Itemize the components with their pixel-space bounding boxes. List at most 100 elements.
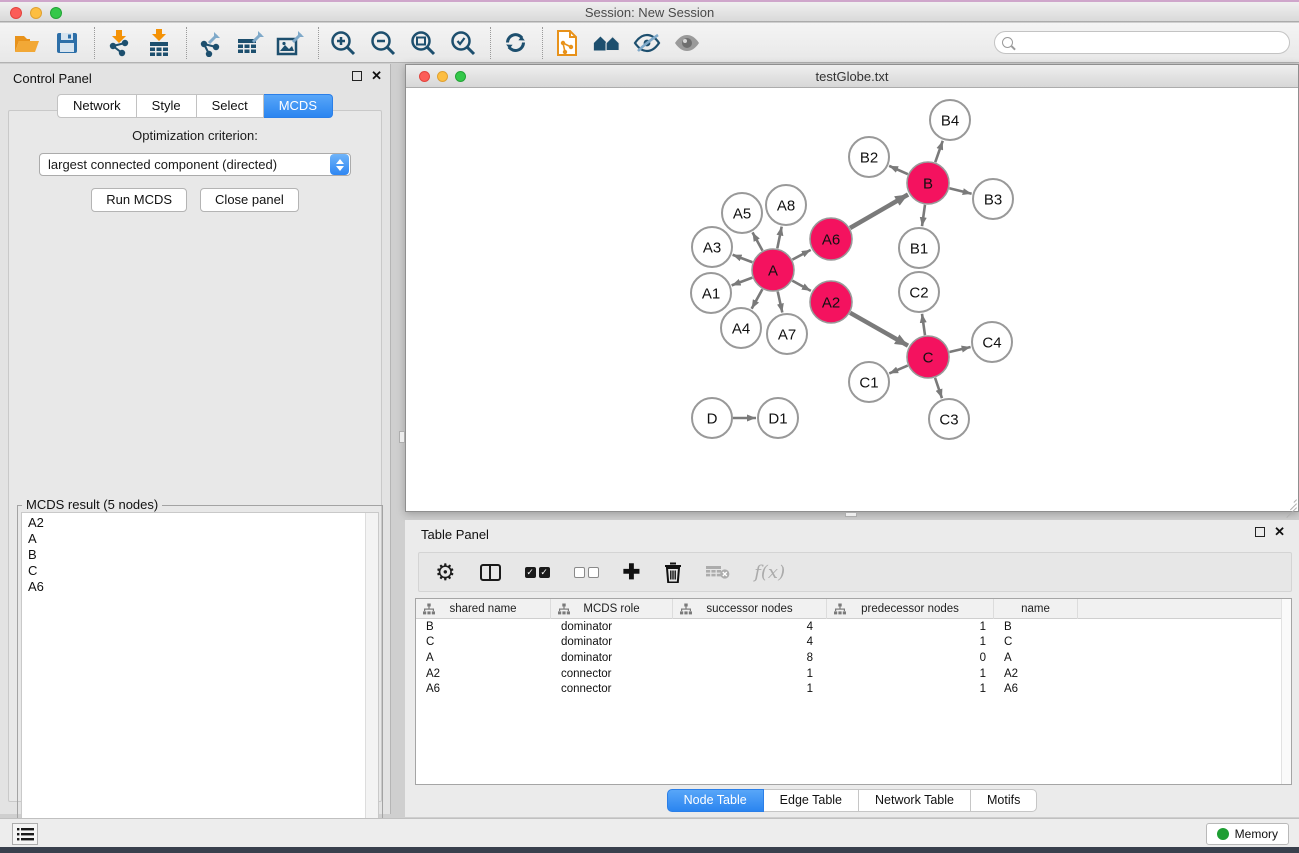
gear-icon[interactable]: ⚙ [435, 559, 456, 585]
node-C2[interactable]: C2 [899, 272, 939, 312]
node-A7[interactable]: A7 [767, 314, 807, 354]
zoom-in-icon[interactable] [328, 28, 358, 58]
edge-A-A6[interactable] [792, 250, 810, 260]
edge-A2-C[interactable] [850, 313, 908, 346]
edge-A-A4[interactable] [752, 289, 763, 308]
column-header-shared-name[interactable]: shared name [416, 599, 551, 619]
deselect-all-icon[interactable] [574, 559, 599, 585]
node-B4[interactable]: B4 [930, 100, 970, 140]
task-history-button[interactable] [12, 823, 38, 845]
table-scrollbar[interactable] [1281, 599, 1291, 784]
panel-divider-handle[interactable] [399, 431, 405, 443]
save-session-icon[interactable] [52, 28, 82, 58]
node-B3[interactable]: B3 [973, 179, 1013, 219]
node-B1[interactable]: B1 [899, 228, 939, 268]
node-A3[interactable]: A3 [692, 227, 732, 267]
close-table-panel-icon[interactable]: ✕ [1274, 527, 1285, 537]
node-A5[interactable]: A5 [722, 193, 762, 233]
edge-A-A5[interactable] [753, 232, 763, 250]
tab-select[interactable]: Select [197, 94, 264, 118]
run-mcds-button[interactable]: Run MCDS [91, 188, 187, 212]
edge-B-B1[interactable] [922, 205, 925, 226]
export-image-icon[interactable] [276, 28, 306, 58]
network-canvas[interactable]: B4B2BB3B1A5A8A3A6AA1C2A4A7A2CC4C1C3DD1 [406, 88, 1298, 511]
select-all-icon[interactable]: ✓✓ [525, 559, 550, 585]
node-B[interactable]: B [907, 162, 949, 204]
edge-C-C2[interactable] [922, 314, 925, 335]
result-scrollbar[interactable] [365, 513, 378, 838]
node-A1[interactable]: A1 [691, 273, 731, 313]
node-A2[interactable]: A2 [810, 281, 852, 323]
session-share-icon[interactable] [552, 28, 582, 58]
edge-C-C1[interactable] [889, 366, 907, 374]
zoom-out-icon[interactable] [368, 28, 398, 58]
tab-network[interactable]: Network [57, 94, 137, 118]
column-layout-icon[interactable] [480, 559, 501, 585]
edge-A-A3[interactable] [733, 255, 753, 262]
tab-node-table[interactable]: Node Table [667, 789, 764, 812]
network-window-titlebar[interactable]: testGlobe.txt [406, 65, 1298, 88]
column-header-successor-nodes[interactable]: successor nodes [673, 599, 827, 619]
tab-network-table[interactable]: Network Table [859, 789, 971, 812]
edge-B-B4[interactable] [935, 141, 942, 162]
node-A8[interactable]: A8 [766, 185, 806, 225]
result-list-item[interactable]: A [28, 531, 378, 547]
add-column-icon[interactable]: ✚ [623, 559, 641, 585]
table-row[interactable]: A2connector11A2 [416, 666, 1291, 682]
show-panel-icon[interactable] [672, 28, 702, 58]
tab-style[interactable]: Style [137, 94, 197, 118]
optimization-criterion-select[interactable]: largest connected component (directed) [39, 153, 351, 176]
close-panel-icon[interactable]: ✕ [371, 71, 382, 81]
result-list-item[interactable]: A6 [28, 579, 378, 595]
edge-A-A2[interactable] [792, 281, 811, 291]
edge-B-B2[interactable] [889, 166, 908, 174]
edge-A-A7[interactable] [778, 291, 783, 312]
result-list-item[interactable]: B [28, 547, 378, 563]
column-header-predecessor-nodes[interactable]: predecessor nodes [827, 599, 994, 619]
edge-C-C3[interactable] [935, 378, 942, 398]
table-row[interactable]: A6connector11A6 [416, 681, 1291, 697]
table-row[interactable]: Bdominator41B [416, 619, 1291, 635]
open-session-icon[interactable] [12, 28, 42, 58]
edge-C-C4[interactable] [949, 347, 970, 352]
import-table-icon[interactable] [144, 28, 174, 58]
node-C3[interactable]: C3 [929, 399, 969, 439]
hide-panel-icon[interactable] [632, 28, 662, 58]
tab-motifs[interactable]: Motifs [971, 789, 1037, 812]
edge-A-A1[interactable] [732, 278, 753, 286]
node-D1[interactable]: D1 [758, 398, 798, 438]
network-graph[interactable]: B4B2BB3B1A5A8A3A6AA1C2A4A7A2CC4C1C3DD1 [406, 88, 1298, 511]
node-B2[interactable]: B2 [849, 137, 889, 177]
node-A6[interactable]: A6 [810, 218, 852, 260]
export-network-icon[interactable] [196, 28, 226, 58]
tab-edge-table[interactable]: Edge Table [764, 789, 859, 812]
edge-A6-B[interactable] [850, 194, 908, 228]
edge-A-A8[interactable] [777, 227, 781, 249]
memory-button[interactable]: Memory [1206, 823, 1289, 845]
zoom-selected-icon[interactable] [448, 28, 478, 58]
zoom-fit-icon[interactable] [408, 28, 438, 58]
refresh-icon[interactable] [500, 28, 530, 58]
tab-mcds[interactable]: MCDS [264, 94, 333, 118]
search-input[interactable] [1013, 36, 1289, 50]
column-header-mcds-role[interactable]: MCDS role [551, 599, 673, 619]
node-C1[interactable]: C1 [849, 362, 889, 402]
close-panel-button[interactable]: Close panel [200, 188, 299, 212]
table-row[interactable]: Cdominator41C [416, 635, 1291, 651]
home-icon[interactable] [592, 28, 622, 58]
export-table-icon[interactable] [236, 28, 266, 58]
horizontal-divider-handle[interactable] [845, 512, 857, 517]
float-panel-icon[interactable] [352, 71, 362, 81]
node-C[interactable]: C [907, 336, 949, 378]
table-row[interactable]: Adominator80A [416, 650, 1291, 666]
float-table-panel-icon[interactable] [1255, 527, 1265, 537]
node-D[interactable]: D [692, 398, 732, 438]
column-header-name[interactable]: name [994, 599, 1078, 619]
node-C4[interactable]: C4 [972, 322, 1012, 362]
import-network-icon[interactable] [104, 28, 134, 58]
edge-B-B3[interactable] [949, 188, 971, 193]
search-field[interactable] [994, 31, 1290, 54]
result-list-item[interactable]: A2 [28, 515, 378, 531]
resize-grip-icon[interactable] [1284, 497, 1297, 510]
delete-column-icon[interactable] [664, 559, 682, 585]
